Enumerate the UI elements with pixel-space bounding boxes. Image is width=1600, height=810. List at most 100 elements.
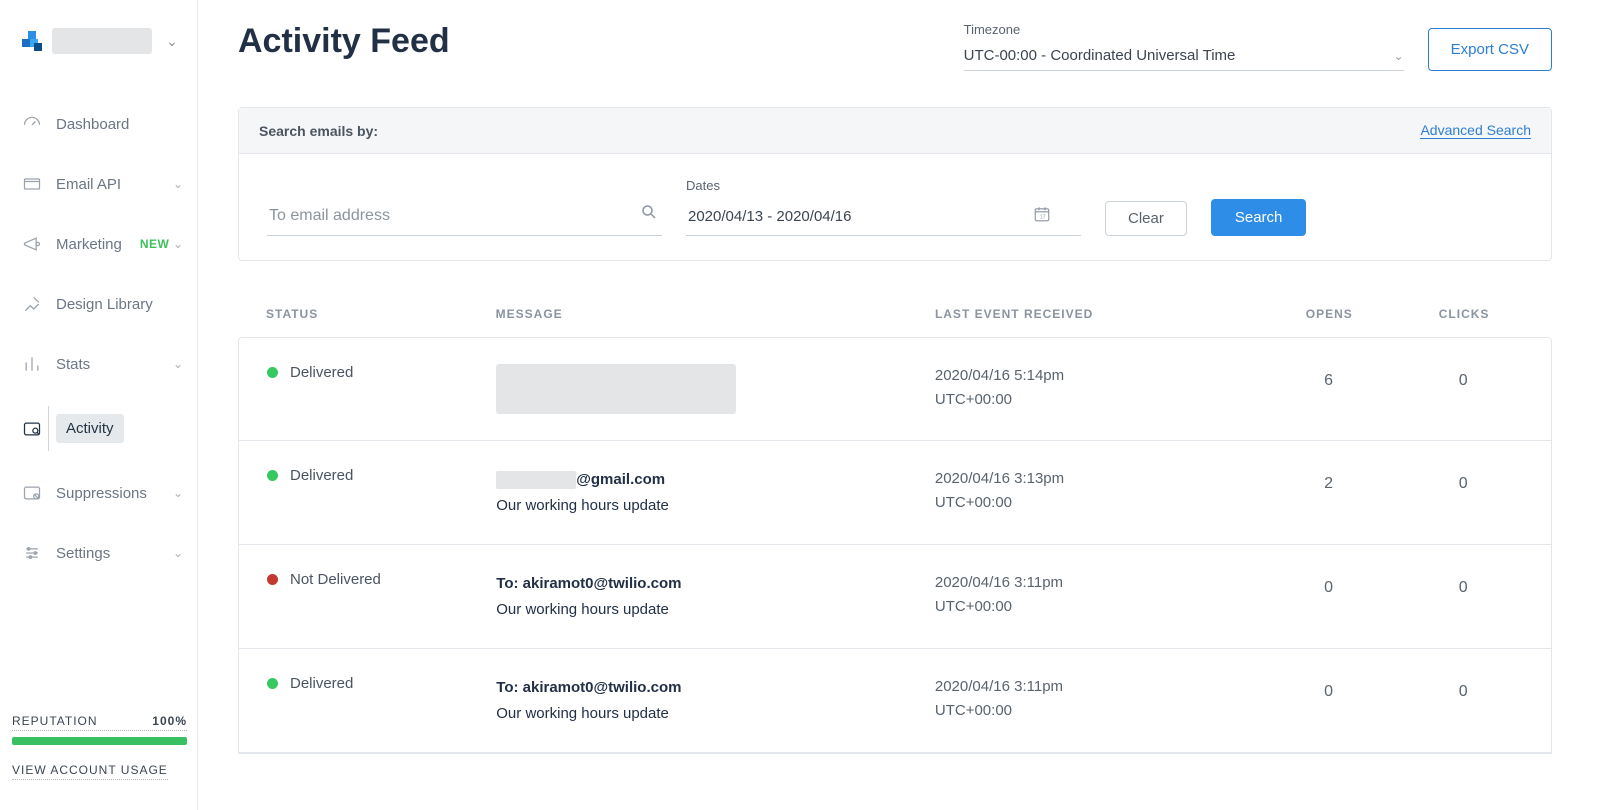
col-opens: OPENS: [1254, 307, 1404, 321]
timezone-label: Timezone: [964, 22, 1404, 37]
chevron-down-icon: ⌄: [173, 237, 183, 251]
message-to: To: akiramot0@twilio.com: [496, 571, 935, 597]
sidebar: ⌄ Dashboard Email API ⌄ Marketing NEW ⌄ …: [0, 0, 198, 810]
search-panel: Search emails by: Advanced Search Dates …: [238, 107, 1552, 261]
activity-table: STATUS MESSAGE LAST EVENT RECEIVED OPENS…: [238, 291, 1552, 754]
col-message: MESSAGE: [496, 307, 935, 321]
sidebar-item-suppressions[interactable]: Suppressions ⌄: [0, 463, 197, 523]
status-text: Delivered: [290, 467, 353, 484]
col-status: STATUS: [266, 307, 496, 321]
nav-list: Dashboard Email API ⌄ Marketing NEW ⌄ De…: [0, 74, 197, 603]
message-subject: Our working hours update: [496, 701, 935, 727]
dates-value: 2020/04/13 - 2020/04/16: [688, 208, 851, 225]
header: Activity Feed Timezone UTC-00:00 - Coord…: [238, 22, 1552, 71]
status-text: Delivered: [290, 364, 353, 381]
status-dot-icon: [267, 574, 278, 585]
event-tz: UTC+00:00: [935, 595, 1254, 619]
col-last-event: LAST EVENT RECEIVED: [935, 307, 1254, 321]
email-input-wrap: [267, 197, 662, 236]
message-to: To: akiramot0@twilio.com: [496, 675, 935, 701]
opens-value: 6: [1254, 364, 1404, 390]
email-suffix: @gmail.com: [576, 471, 665, 488]
opens-value: 0: [1254, 571, 1404, 597]
clicks-value: 0: [1403, 467, 1523, 493]
dates-input-wrap: Dates 2020/04/13 - 2020/04/16 17: [686, 178, 1081, 236]
dates-input[interactable]: 2020/04/13 - 2020/04/16 17: [686, 197, 1081, 236]
opens-value: 2: [1254, 467, 1404, 493]
sidebar-item-label: Email API: [56, 176, 121, 193]
export-csv-button[interactable]: Export CSV: [1428, 28, 1552, 71]
sidebar-item-label: Stats: [56, 356, 90, 373]
chevron-down-icon: ⌄: [166, 33, 178, 50]
table-row[interactable]: Delivered @gmail.com Our working hours u…: [239, 441, 1551, 545]
sidebar-item-label: Dashboard: [56, 116, 129, 133]
sidebar-footer: REPUTATION 100% VIEW ACCOUNT USAGE: [0, 714, 197, 810]
search-body: Dates 2020/04/13 - 2020/04/16 17 Clear S…: [239, 154, 1551, 260]
search-button[interactable]: Search: [1211, 199, 1307, 236]
timezone-select[interactable]: UTC-00:00 - Coordinated Universal Time ⌄: [964, 41, 1404, 71]
sidebar-item-label: Marketing: [56, 236, 122, 253]
message-subject: Our working hours update: [496, 597, 935, 623]
brand-logo-icon: [22, 31, 42, 51]
chevron-down-icon: ⌄: [173, 177, 183, 191]
sidebar-item-email-api[interactable]: Email API ⌄: [0, 154, 197, 214]
sidebar-item-label: Activity: [56, 414, 124, 443]
status-text: Not Delivered: [290, 571, 381, 588]
table-row[interactable]: Delivered 2020/04/16 5:14pm UTC+00:00 6 …: [239, 338, 1551, 441]
clicks-value: 0: [1403, 675, 1523, 701]
event-tz: UTC+00:00: [935, 699, 1254, 723]
view-account-usage-link[interactable]: VIEW ACCOUNT USAGE: [12, 763, 168, 780]
status-dot-icon: [267, 678, 278, 689]
event-time: 2020/04/16 3:13pm: [935, 467, 1254, 491]
header-right: Timezone UTC-00:00 - Coordinated Univers…: [964, 22, 1552, 71]
search-header-label: Search emails by:: [259, 123, 378, 139]
chevron-down-icon: ⌄: [173, 546, 183, 560]
status-text: Delivered: [290, 675, 353, 692]
main-content: Activity Feed Timezone UTC-00:00 - Coord…: [198, 0, 1600, 810]
clicks-value: 0: [1403, 571, 1523, 597]
timezone-value: UTC-00:00 - Coordinated Universal Time: [964, 47, 1236, 64]
advanced-search-link[interactable]: Advanced Search: [1420, 122, 1531, 139]
chevron-down-icon: ⌄: [173, 357, 183, 371]
event-tz: UTC+00:00: [935, 388, 1254, 412]
sidebar-item-design-library[interactable]: Design Library: [0, 274, 197, 334]
sidebar-item-dashboard[interactable]: Dashboard: [0, 94, 197, 154]
status-dot-icon: [267, 470, 278, 481]
status-dot-icon: [267, 367, 278, 378]
col-clicks: CLICKS: [1404, 307, 1524, 321]
email-prefix-redacted: [496, 471, 576, 489]
design-library-icon: [22, 294, 42, 314]
timezone-select-box: Timezone UTC-00:00 - Coordinated Univers…: [964, 22, 1404, 71]
sidebar-item-activity[interactable]: Activity: [0, 394, 197, 463]
event-time: 2020/04/16 3:11pm: [935, 571, 1254, 595]
page-title: Activity Feed: [238, 22, 450, 61]
sidebar-item-marketing[interactable]: Marketing NEW ⌄: [0, 214, 197, 274]
sidebar-item-label: Settings: [56, 545, 110, 562]
account-name-redacted: [52, 28, 152, 54]
message-subject: Our working hours update: [496, 493, 935, 519]
dashboard-icon: [22, 114, 42, 134]
sidebar-item-settings[interactable]: Settings ⌄: [0, 523, 197, 583]
table-row[interactable]: Not Delivered To: akiramot0@twilio.com O…: [239, 545, 1551, 649]
activity-icon: [22, 419, 42, 439]
table-row[interactable]: Delivered To: akiramot0@twilio.com Our w…: [239, 649, 1551, 753]
new-badge: NEW: [140, 237, 170, 251]
stats-icon: [22, 354, 42, 374]
search-icon: [640, 203, 658, 226]
chevron-down-icon: ⌄: [1394, 49, 1404, 63]
reputation-percent: 100%: [152, 714, 187, 728]
marketing-icon: [22, 234, 42, 254]
reputation-bar: [12, 737, 187, 745]
sidebar-item-stats[interactable]: Stats ⌄: [0, 334, 197, 394]
search-header: Search emails by: Advanced Search: [239, 108, 1551, 154]
table-header: STATUS MESSAGE LAST EVENT RECEIVED OPENS…: [238, 291, 1552, 337]
svg-text:17: 17: [1040, 215, 1046, 221]
event-time: 2020/04/16 5:14pm: [935, 364, 1254, 388]
sidebar-item-label: Design Library: [56, 296, 153, 313]
clear-button[interactable]: Clear: [1105, 201, 1187, 236]
settings-icon: [22, 543, 42, 563]
to-email-input[interactable]: [267, 197, 662, 236]
brand-switcher[interactable]: ⌄: [0, 28, 197, 74]
opens-value: 0: [1254, 675, 1404, 701]
reputation-label: REPUTATION: [12, 714, 98, 728]
